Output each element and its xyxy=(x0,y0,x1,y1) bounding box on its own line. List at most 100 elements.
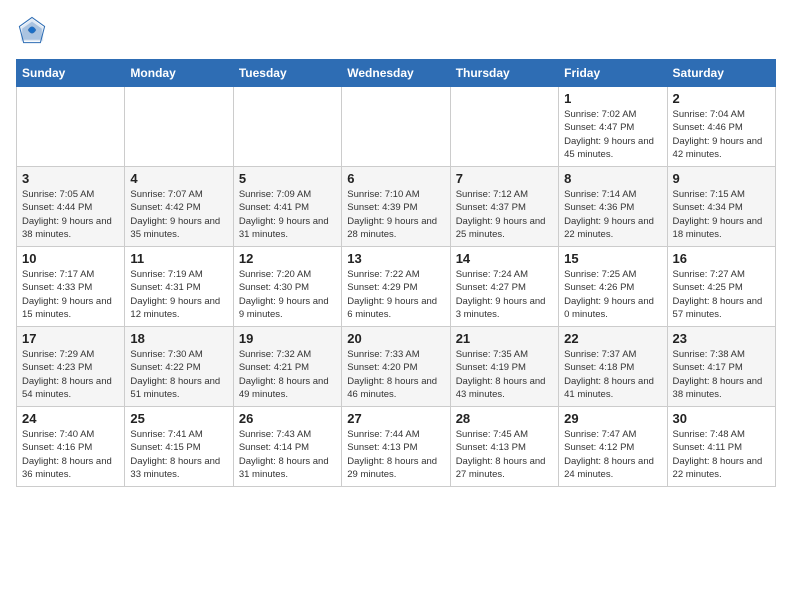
day-info: Sunrise: 7:32 AM Sunset: 4:21 PM Dayligh… xyxy=(239,348,336,401)
calendar-cell: 13 Sunrise: 7:22 AM Sunset: 4:29 PM Dayli… xyxy=(342,247,450,327)
day-info: Sunrise: 7:27 AM Sunset: 4:25 PM Dayligh… xyxy=(673,268,770,321)
day-info: Sunrise: 7:47 AM Sunset: 4:12 PM Dayligh… xyxy=(564,428,661,481)
day-info: Sunrise: 7:37 AM Sunset: 4:18 PM Dayligh… xyxy=(564,348,661,401)
calendar-cell: 18 Sunrise: 7:30 AM Sunset: 4:22 PM Dayli… xyxy=(125,327,233,407)
day-info: Sunrise: 7:19 AM Sunset: 4:31 PM Dayligh… xyxy=(130,268,227,321)
calendar-cell: 1 Sunrise: 7:02 AM Sunset: 4:47 PM Daylig… xyxy=(559,87,667,167)
day-info: Sunrise: 7:20 AM Sunset: 4:30 PM Dayligh… xyxy=(239,268,336,321)
day-info: Sunrise: 7:48 AM Sunset: 4:11 PM Dayligh… xyxy=(673,428,770,481)
calendar-cell xyxy=(17,87,125,167)
day-number: 11 xyxy=(130,251,227,266)
day-info: Sunrise: 7:41 AM Sunset: 4:15 PM Dayligh… xyxy=(130,428,227,481)
calendar-cell: 20 Sunrise: 7:33 AM Sunset: 4:20 PM Dayli… xyxy=(342,327,450,407)
calendar-cell: 22 Sunrise: 7:37 AM Sunset: 4:18 PM Dayli… xyxy=(559,327,667,407)
day-info: Sunrise: 7:33 AM Sunset: 4:20 PM Dayligh… xyxy=(347,348,444,401)
calendar-cell: 6 Sunrise: 7:10 AM Sunset: 4:39 PM Daylig… xyxy=(342,167,450,247)
day-number: 14 xyxy=(456,251,553,266)
calendar-cell: 30 Sunrise: 7:48 AM Sunset: 4:11 PM Dayli… xyxy=(667,407,775,487)
calendar-cell: 12 Sunrise: 7:20 AM Sunset: 4:30 PM Dayli… xyxy=(233,247,341,327)
day-info: Sunrise: 7:04 AM Sunset: 4:46 PM Dayligh… xyxy=(673,108,770,161)
day-number: 5 xyxy=(239,171,336,186)
calendar-cell: 27Sunrise: 7:44 AM Sunset: 4:13 PM Dayli… xyxy=(342,407,450,487)
calendar-cell: 3 Sunrise: 7:05 AM Sunset: 4:44 PM Daylig… xyxy=(17,167,125,247)
day-number: 22 xyxy=(564,331,661,346)
calendar-cell: 8Sunrise: 7:14 AM Sunset: 4:36 PM Daylig… xyxy=(559,167,667,247)
logo-icon xyxy=(18,16,46,44)
calendar-cell: 23Sunrise: 7:38 AM Sunset: 4:17 PM Dayli… xyxy=(667,327,775,407)
day-number: 9 xyxy=(673,171,770,186)
day-number: 6 xyxy=(347,171,444,186)
day-number: 24 xyxy=(22,411,119,426)
calendar-cell: 26Sunrise: 7:43 AM Sunset: 4:14 PM Dayli… xyxy=(233,407,341,487)
calendar-cell: 29 Sunrise: 7:47 AM Sunset: 4:12 PM Dayli… xyxy=(559,407,667,487)
calendar-cell xyxy=(233,87,341,167)
day-info: Sunrise: 7:29 AM Sunset: 4:23 PM Dayligh… xyxy=(22,348,119,401)
day-number: 18 xyxy=(130,331,227,346)
day-info: Sunrise: 7:17 AM Sunset: 4:33 PM Dayligh… xyxy=(22,268,119,321)
day-info: Sunrise: 7:40 AM Sunset: 4:16 PM Dayligh… xyxy=(22,428,119,481)
day-number: 2 xyxy=(673,91,770,106)
day-info: Sunrise: 7:22 AM Sunset: 4:29 PM Dayligh… xyxy=(347,268,444,321)
day-info: Sunrise: 7:10 AM Sunset: 4:39 PM Dayligh… xyxy=(347,188,444,241)
day-number: 7 xyxy=(456,171,553,186)
calendar-cell: 24 Sunrise: 7:40 AM Sunset: 4:16 PM Dayli… xyxy=(17,407,125,487)
calendar-cell: 28 Sunrise: 7:45 AM Sunset: 4:13 PM Dayli… xyxy=(450,407,558,487)
day-number: 21 xyxy=(456,331,553,346)
page-header xyxy=(16,16,776,49)
weekday-header-wednesday: Wednesday xyxy=(342,60,450,87)
day-info: Sunrise: 7:15 AM Sunset: 4:34 PM Dayligh… xyxy=(673,188,770,241)
day-number: 15 xyxy=(564,251,661,266)
day-info: Sunrise: 7:45 AM Sunset: 4:13 PM Dayligh… xyxy=(456,428,553,481)
day-number: 27 xyxy=(347,411,444,426)
calendar-cell: 25 Sunrise: 7:41 AM Sunset: 4:15 PM Dayli… xyxy=(125,407,233,487)
day-number: 30 xyxy=(673,411,770,426)
day-number: 4 xyxy=(130,171,227,186)
day-number: 1 xyxy=(564,91,661,106)
day-number: 8 xyxy=(564,171,661,186)
day-number: 29 xyxy=(564,411,661,426)
day-number: 25 xyxy=(130,411,227,426)
day-number: 3 xyxy=(22,171,119,186)
weekday-header-sunday: Sunday xyxy=(17,60,125,87)
day-number: 23 xyxy=(673,331,770,346)
day-info: Sunrise: 7:12 AM Sunset: 4:37 PM Dayligh… xyxy=(456,188,553,241)
day-info: Sunrise: 7:43 AM Sunset: 4:14 PM Dayligh… xyxy=(239,428,336,481)
calendar-cell: 16 Sunrise: 7:27 AM Sunset: 4:25 PM Dayli… xyxy=(667,247,775,327)
calendar-cell: 7 Sunrise: 7:12 AM Sunset: 4:37 PM Daylig… xyxy=(450,167,558,247)
day-info: Sunrise: 7:35 AM Sunset: 4:19 PM Dayligh… xyxy=(456,348,553,401)
day-number: 19 xyxy=(239,331,336,346)
calendar-cell: 19 Sunrise: 7:32 AM Sunset: 4:21 PM Dayli… xyxy=(233,327,341,407)
day-number: 13 xyxy=(347,251,444,266)
day-number: 16 xyxy=(673,251,770,266)
calendar-table: SundayMondayTuesdayWednesdayThursdayFrid… xyxy=(16,59,776,487)
day-info: Sunrise: 7:07 AM Sunset: 4:42 PM Dayligh… xyxy=(130,188,227,241)
calendar-cell: 5 Sunrise: 7:09 AM Sunset: 4:41 PM Daylig… xyxy=(233,167,341,247)
day-number: 28 xyxy=(456,411,553,426)
calendar-cell: 11 Sunrise: 7:19 AM Sunset: 4:31 PM Dayli… xyxy=(125,247,233,327)
logo xyxy=(16,16,46,49)
calendar-cell xyxy=(342,87,450,167)
day-info: Sunrise: 7:25 AM Sunset: 4:26 PM Dayligh… xyxy=(564,268,661,321)
calendar-cell xyxy=(125,87,233,167)
calendar-cell: 4 Sunrise: 7:07 AM Sunset: 4:42 PM Daylig… xyxy=(125,167,233,247)
calendar-cell: 14Sunrise: 7:24 AM Sunset: 4:27 PM Dayli… xyxy=(450,247,558,327)
calendar-cell: 9 Sunrise: 7:15 AM Sunset: 4:34 PM Daylig… xyxy=(667,167,775,247)
day-number: 12 xyxy=(239,251,336,266)
day-info: Sunrise: 7:30 AM Sunset: 4:22 PM Dayligh… xyxy=(130,348,227,401)
day-info: Sunrise: 7:02 AM Sunset: 4:47 PM Dayligh… xyxy=(564,108,661,161)
day-info: Sunrise: 7:05 AM Sunset: 4:44 PM Dayligh… xyxy=(22,188,119,241)
weekday-header-monday: Monday xyxy=(125,60,233,87)
calendar-cell: 17 Sunrise: 7:29 AM Sunset: 4:23 PM Dayli… xyxy=(17,327,125,407)
weekday-header-friday: Friday xyxy=(559,60,667,87)
weekday-header-tuesday: Tuesday xyxy=(233,60,341,87)
weekday-header-saturday: Saturday xyxy=(667,60,775,87)
day-number: 10 xyxy=(22,251,119,266)
calendar-cell: 21 Sunrise: 7:35 AM Sunset: 4:19 PM Dayli… xyxy=(450,327,558,407)
day-number: 20 xyxy=(347,331,444,346)
day-number: 17 xyxy=(22,331,119,346)
calendar-header: SundayMondayTuesdayWednesdayThursdayFrid… xyxy=(17,60,776,87)
weekday-header-thursday: Thursday xyxy=(450,60,558,87)
calendar-cell: 15 Sunrise: 7:25 AM Sunset: 4:26 PM Dayli… xyxy=(559,247,667,327)
calendar-cell xyxy=(450,87,558,167)
day-info: Sunrise: 7:09 AM Sunset: 4:41 PM Dayligh… xyxy=(239,188,336,241)
